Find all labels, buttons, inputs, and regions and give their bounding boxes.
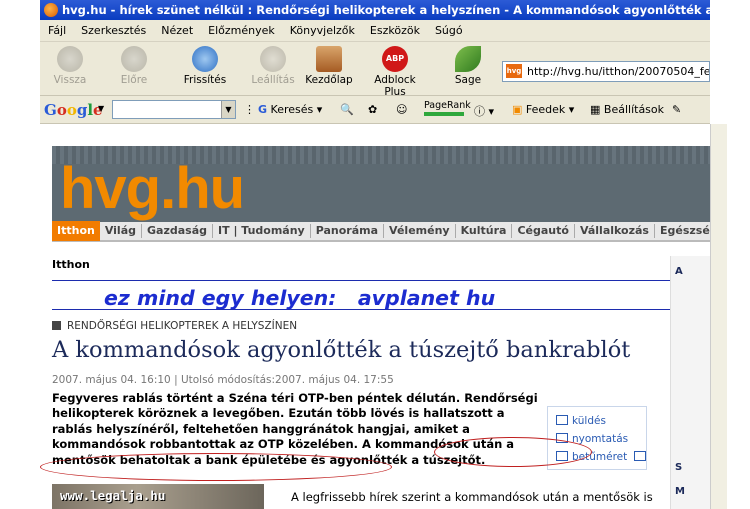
envelope-icon bbox=[556, 415, 568, 425]
ad-banner[interactable]: ez mind egy helyen: avplanet hu bbox=[104, 286, 495, 310]
send-link[interactable]: küldés bbox=[556, 415, 606, 427]
back-button[interactable]: Vissza bbox=[52, 46, 88, 86]
section-tab-velemeny[interactable]: Vélemény bbox=[384, 224, 456, 238]
article-dateline: 2007. május 04. 16:10 | Utolsó módosítás… bbox=[52, 374, 394, 386]
menu-view[interactable]: Nézet bbox=[161, 24, 193, 37]
site-header: hvg.hu bbox=[52, 146, 710, 222]
settings-icon: ▦ bbox=[590, 103, 601, 116]
section-tab-itthon[interactable]: Itthon bbox=[52, 221, 100, 241]
separator-icon: ⋮ bbox=[244, 103, 255, 116]
sidebar-heading-a[interactable]: A bbox=[675, 266, 683, 277]
navigation-toolbar: Vissza Előre Frissítés Leállítás Kezdőla… bbox=[40, 42, 710, 98]
reload-button[interactable]: Frissítés bbox=[180, 46, 230, 86]
section-tab-cegauto[interactable]: Cégautó bbox=[512, 224, 575, 238]
article-kicker: RENDŐRSÉGI HELIKOPTEREK A HELYSZÍNEN bbox=[52, 320, 297, 332]
google-g-icon: G bbox=[258, 103, 268, 116]
right-sidebar: A S M bbox=[670, 256, 710, 509]
adblock-plus-button[interactable]: ABP Adblock Plus bbox=[362, 46, 428, 98]
red-annotation-ellipse-2 bbox=[40, 453, 392, 481]
stop-icon bbox=[260, 46, 286, 72]
popup-blocker-icon[interactable]: ☺ bbox=[396, 103, 407, 116]
google-toolbar: Google ▼ ▼ ⋮ G Keresés ▾ 🔍 ✿ ☺ PageRank … bbox=[40, 96, 710, 124]
menu-tools[interactable]: Eszközök bbox=[370, 24, 420, 37]
banner-bottom-rule bbox=[52, 309, 674, 310]
highlight-icon[interactable]: 🔍 bbox=[340, 103, 354, 116]
address-url: http://hvg.hu/itthon/20070504_fegyv bbox=[527, 65, 710, 78]
google-logo[interactable]: Google bbox=[44, 101, 103, 119]
section-tab-it-tudomany[interactable]: IT | Tudomány bbox=[213, 224, 311, 238]
menu-history[interactable]: Előzmények bbox=[208, 24, 275, 37]
pagerank-bar bbox=[424, 112, 464, 116]
menu-bookmarks[interactable]: Könyvjelzők bbox=[290, 24, 355, 37]
window-title-bar: hvg.hu - hírek szünet nélkül : Rendőrség… bbox=[40, 0, 710, 20]
rss-icon: ▣ bbox=[512, 103, 523, 116]
red-annotation-ellipse-1 bbox=[434, 437, 592, 467]
sidebar-heading-m[interactable]: M bbox=[675, 486, 685, 497]
article-photo: www.legalja.hu bbox=[52, 484, 264, 509]
firefox-icon bbox=[44, 3, 58, 17]
vertical-scrollbar[interactable] bbox=[710, 124, 727, 509]
home-icon bbox=[316, 46, 342, 72]
square-bullet-icon bbox=[52, 321, 61, 330]
section-tab-kultura[interactable]: Kultúra bbox=[456, 224, 513, 238]
menu-edit[interactable]: Szerkesztés bbox=[81, 24, 146, 37]
address-bar[interactable]: hvg http://hvg.hu/itthon/20070504_fegyv bbox=[502, 61, 710, 82]
reload-icon bbox=[192, 46, 218, 72]
sage-leaf-icon bbox=[455, 46, 481, 72]
back-arrow-icon bbox=[57, 46, 83, 72]
forward-arrow-icon bbox=[121, 46, 147, 72]
feeds-button[interactable]: ▣ Feedek ▾ bbox=[512, 103, 574, 116]
section-tab-vallalkozas[interactable]: Vállalkozás bbox=[575, 224, 655, 238]
menu-bar: Fájl Szerkesztés Nézet Előzmények Könyvj… bbox=[40, 20, 710, 42]
section-tab-panorama[interactable]: Panoráma bbox=[311, 224, 385, 238]
sidebar-heading-s[interactable]: S bbox=[675, 462, 682, 473]
window-title: hvg.hu - hírek szünet nélkül : Rendőrség… bbox=[62, 3, 710, 17]
photo-watermark: www.legalja.hu bbox=[60, 488, 166, 503]
home-button[interactable]: Kezdőlap bbox=[304, 46, 354, 86]
section-tab-vilag[interactable]: Világ bbox=[100, 224, 143, 238]
settings-button[interactable]: ▦ Beállítások bbox=[590, 103, 664, 116]
section-tab-egeszseg[interactable]: Egészség bbox=[655, 224, 710, 238]
section-tab-gazdasag[interactable]: Gazdaság bbox=[142, 224, 214, 238]
pagerank-indicator: PageRank bbox=[424, 100, 471, 116]
banner-top-rule bbox=[52, 280, 674, 281]
article-body: A legfrissebb hírek szerint a kommandóso… bbox=[291, 490, 653, 504]
forward-button[interactable]: Előre bbox=[116, 46, 152, 86]
pencil-icon[interactable]: ✎ bbox=[672, 103, 681, 116]
stop-button[interactable]: Leállítás bbox=[250, 46, 296, 86]
menu-help[interactable]: Súgó bbox=[435, 24, 463, 37]
article-headline: A kommandósok agyonlőtték a túszejtő ban… bbox=[52, 337, 631, 363]
page-viewport: hvg.hu Itthon Világ Gazdaság IT | Tudomá… bbox=[40, 124, 710, 509]
menu-file[interactable]: Fájl bbox=[48, 24, 66, 37]
section-nav: Itthon Világ Gazdaság IT | Tudomány Pano… bbox=[52, 221, 710, 242]
google-search-input[interactable]: ▼ bbox=[112, 100, 236, 119]
breadcrumb[interactable]: Itthon bbox=[52, 258, 90, 271]
info-icon[interactable]: ⓘ ▾ bbox=[474, 103, 494, 119]
google-menu-chevron-icon[interactable]: ▼ bbox=[98, 104, 104, 113]
puzzle-icon[interactable]: ✿ bbox=[368, 103, 377, 116]
adblock-stop-sign-icon: ABP bbox=[382, 46, 408, 72]
minus-icon[interactable] bbox=[633, 451, 646, 461]
site-favicon: hvg bbox=[506, 64, 522, 78]
sage-button[interactable]: Sage bbox=[450, 46, 486, 86]
site-logo[interactable]: hvg.hu bbox=[60, 156, 245, 222]
chevron-down-icon[interactable]: ▼ bbox=[221, 101, 235, 118]
google-search-button[interactable]: G Keresés ▾ bbox=[258, 103, 322, 116]
